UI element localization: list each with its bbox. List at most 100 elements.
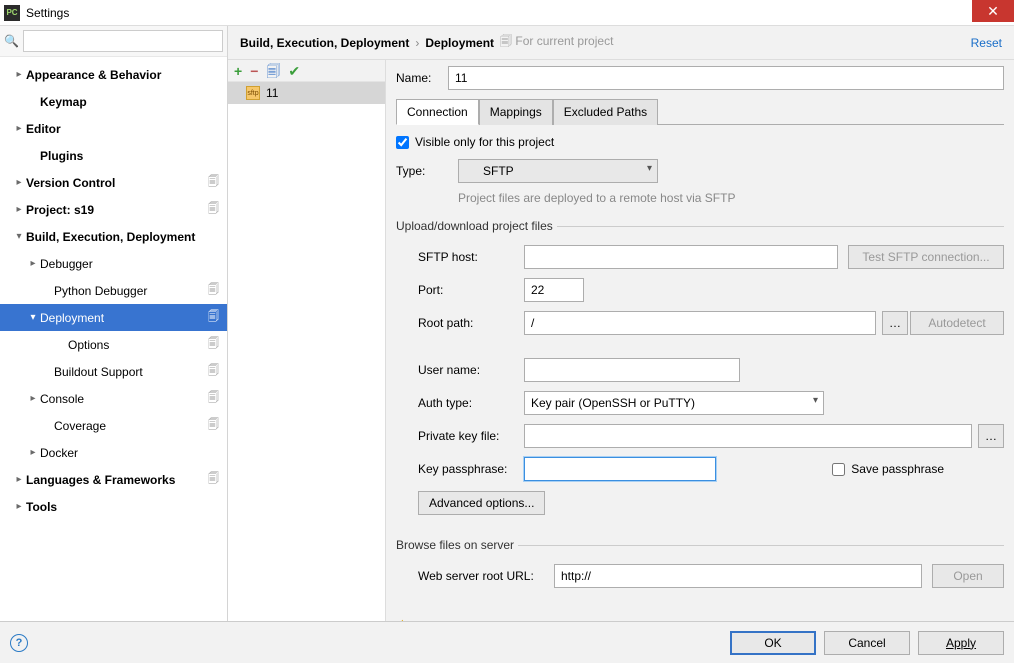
breadcrumb: Build, Execution, Deployment › Deploymen…: [228, 26, 1014, 60]
chevron-icon: ▸: [12, 177, 26, 188]
breadcrumb-hint: 🗐 For current project: [500, 32, 613, 53]
upload-group-legend: Upload/download project files: [392, 219, 557, 233]
tree-item[interactable]: Python Debugger🗐: [0, 277, 227, 304]
search-input[interactable]: [23, 30, 223, 52]
tree-item-label: Editor: [26, 122, 223, 136]
type-select[interactable]: [458, 159, 658, 183]
tree-item[interactable]: ▾Build, Execution, Deployment: [0, 223, 227, 250]
passphrase-input[interactable]: [524, 457, 716, 481]
project-scope-icon: 🗐: [204, 470, 223, 489]
project-scope-icon: 🗐: [204, 362, 223, 381]
help-button[interactable]: ?: [10, 634, 28, 652]
tree-item-label: Options: [68, 338, 204, 352]
chevron-icon: ▸: [12, 204, 26, 215]
auth-type-select[interactable]: [524, 391, 824, 415]
chevron-icon: ▸: [26, 447, 40, 458]
server-item[interactable]: sftp 11: [228, 82, 385, 104]
servers-toolbar: + − 🗐 ✔: [228, 60, 385, 82]
cancel-button[interactable]: Cancel: [824, 631, 910, 655]
copy-server-button[interactable]: 🗐: [266, 64, 280, 78]
chevron-icon: ▾: [26, 312, 40, 323]
tree-item-label: Keymap: [40, 95, 223, 109]
tree-item-label: Project: s19: [26, 203, 204, 217]
host-label: SFTP host:: [418, 250, 524, 264]
dialog-footer: ? OK Cancel Apply: [0, 621, 1014, 663]
remove-server-button[interactable]: −: [250, 64, 258, 78]
port-input[interactable]: [524, 278, 584, 302]
mark-default-button[interactable]: ✔: [288, 64, 300, 78]
tree-item-label: Buildout Support: [54, 365, 204, 379]
breadcrumb-seg-1: Build, Execution, Deployment: [240, 36, 409, 50]
tree-item[interactable]: ▾Deployment🗐: [0, 304, 227, 331]
project-scope-icon: 🗐: [204, 389, 223, 408]
username-input[interactable]: [524, 358, 740, 382]
tree-item[interactable]: Buildout Support🗐: [0, 358, 227, 385]
tab-bar: Connection Mappings Excluded Paths: [396, 98, 1004, 125]
ok-button[interactable]: OK: [730, 631, 816, 655]
tab-excluded-paths[interactable]: Excluded Paths: [553, 99, 658, 125]
tree-item-label: Deployment: [40, 311, 204, 325]
test-connection-button[interactable]: Test SFTP connection...: [848, 245, 1004, 269]
tree-item[interactable]: ▸Project: s19🗐: [0, 196, 227, 223]
deployment-form: Name: Connection Mappings Excluded Paths…: [386, 60, 1014, 621]
apply-button[interactable]: Apply: [918, 631, 1004, 655]
tree-item[interactable]: ▸Console🗐: [0, 385, 227, 412]
tree-item[interactable]: ▸Languages & Frameworks🗐: [0, 466, 227, 493]
web-url-input[interactable]: [554, 564, 922, 588]
passphrase-label: Key passphrase:: [418, 462, 524, 476]
project-scope-icon: 🗐: [204, 308, 223, 327]
name-input[interactable]: [448, 66, 1004, 90]
close-button[interactable]: ✕: [972, 0, 1014, 22]
advanced-options-button[interactable]: Advanced options...: [418, 491, 545, 515]
tree-item-label: Version Control: [26, 176, 204, 190]
upload-group: Upload/download project files SFTP host:…: [396, 219, 1004, 524]
chevron-icon: ▸: [12, 123, 26, 134]
visible-only-checkbox[interactable]: [396, 136, 409, 149]
tree-item[interactable]: ▸Docker: [0, 439, 227, 466]
root-path-input[interactable]: [524, 311, 876, 335]
tree-item[interactable]: ▸Debugger: [0, 250, 227, 277]
tree-item-label: Appearance & Behavior: [26, 68, 223, 82]
tree-item[interactable]: ▸Tools: [0, 493, 227, 520]
open-url-button[interactable]: Open: [932, 564, 1004, 588]
tree-item[interactable]: Options🗐: [0, 331, 227, 358]
tree-item-label: Tools: [26, 500, 223, 514]
settings-tree: ▸Appearance & BehaviorKeymap▸EditorPlugi…: [0, 57, 227, 621]
breadcrumb-sep: ›: [415, 36, 419, 50]
reset-link[interactable]: Reset: [971, 36, 1002, 50]
breadcrumb-seg-2: Deployment: [425, 36, 494, 50]
tree-item[interactable]: ▸Editor: [0, 115, 227, 142]
type-label: Type:: [396, 164, 458, 178]
tree-item[interactable]: ▸Appearance & Behavior: [0, 61, 227, 88]
search-icon: 🔍: [4, 34, 19, 48]
type-hint: Project files are deployed to a remote h…: [458, 191, 1004, 205]
browse-group: Browse files on server Web server root U…: [396, 538, 1004, 597]
browse-key-button[interactable]: …: [978, 424, 1004, 448]
chevron-icon: ▸: [12, 501, 26, 512]
tree-item-label: Docker: [40, 446, 223, 460]
autodetect-button[interactable]: Autodetect: [910, 311, 1004, 335]
save-passphrase-checkbox[interactable]: [832, 463, 845, 476]
tree-item-label: Build, Execution, Deployment: [26, 230, 223, 244]
port-label: Port:: [418, 283, 524, 297]
servers-column: + − 🗐 ✔ sftp 11: [228, 60, 386, 621]
browse-root-button[interactable]: …: [882, 311, 908, 335]
chevron-icon: ▸: [12, 474, 26, 485]
sftp-icon: sftp: [246, 86, 260, 100]
tab-mappings[interactable]: Mappings: [479, 99, 553, 125]
tree-item[interactable]: ▸Version Control🗐: [0, 169, 227, 196]
save-passphrase-label: Save passphrase: [851, 462, 944, 476]
private-key-input[interactable]: [524, 424, 972, 448]
chevron-icon: ▸: [26, 258, 40, 269]
tree-item-label: Plugins: [40, 149, 223, 163]
tree-item-label: Coverage: [54, 419, 204, 433]
name-label: Name:: [396, 71, 448, 85]
add-server-button[interactable]: +: [234, 64, 242, 78]
host-input[interactable]: [524, 245, 838, 269]
tree-item[interactable]: Plugins: [0, 142, 227, 169]
project-scope-icon: 🗐: [204, 416, 223, 435]
tab-connection[interactable]: Connection: [396, 99, 479, 125]
tree-item[interactable]: Coverage🗐: [0, 412, 227, 439]
server-name: 11: [266, 86, 278, 100]
tree-item[interactable]: Keymap: [0, 88, 227, 115]
